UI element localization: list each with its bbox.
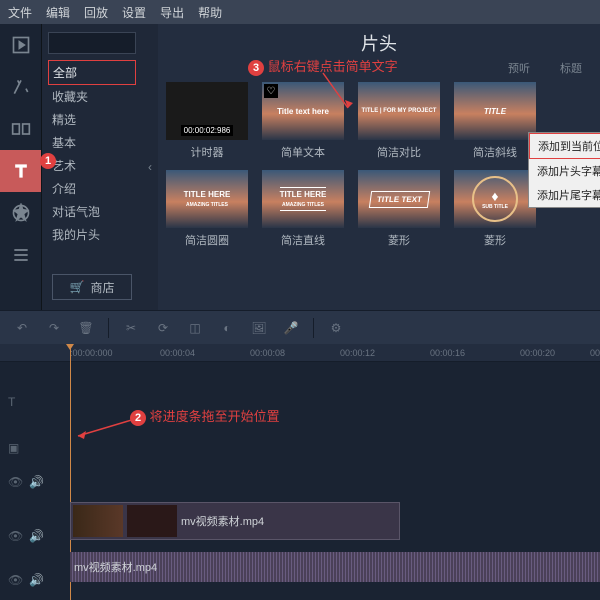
cat-bubble[interactable]: 对话气泡 (48, 200, 136, 223)
vol-icon[interactable]: 🔊 (29, 475, 44, 489)
timeline: :00:00:000 00:00:04 00:00:08 00:00:12 00… (0, 344, 600, 600)
cat-art[interactable]: 艺术 (48, 154, 136, 177)
cat-fav[interactable]: 收藏夹 (48, 85, 136, 108)
menu-playback[interactable]: 回放 (84, 4, 108, 21)
menu-export[interactable]: 导出 (160, 4, 184, 21)
cat-intro[interactable]: 介绍 (48, 177, 136, 200)
thumb-line[interactable]: TITLE HEREAMAZING TITLES 简洁直线 (262, 170, 344, 248)
thumb-diamond1[interactable]: TITLE TEXT 菱形 (358, 170, 440, 248)
cat-my[interactable]: 我的片头 (48, 223, 136, 246)
cat-basic[interactable]: 基本 (48, 131, 136, 154)
thumb-contrast[interactable]: TITLE | FOR MY PROJECT 简洁对比 (358, 82, 440, 160)
shop-label: 商店 (90, 279, 114, 296)
video-clip[interactable]: mv视频素材.mp4 (70, 502, 400, 540)
rotate-button[interactable]: ⟳ (149, 315, 177, 341)
time-ruler[interactable]: :00:00:000 00:00:04 00:00:08 00:00:12 00… (0, 344, 600, 362)
tab-preview[interactable]: 预听 (508, 60, 530, 76)
media-tool[interactable] (0, 24, 41, 66)
cut-button[interactable]: ✂ (117, 315, 145, 341)
thumb-circle[interactable]: TITLE HEREAMAZING TITLES 简洁圆圈 (166, 170, 248, 248)
vol-icon[interactable]: 🔊 (29, 573, 44, 587)
heart-icon: ♡ (264, 84, 278, 98)
stickers-tool[interactable] (0, 192, 41, 234)
menu-edit[interactable]: 编辑 (46, 4, 70, 21)
clip-thumbnail (73, 505, 123, 537)
tab-title[interactable]: 标题 (560, 60, 582, 76)
thumb-timer[interactable]: 00:00:02:986 计时器 (166, 82, 248, 160)
eye-icon[interactable]: 👁 (8, 475, 23, 489)
menu-help[interactable]: 帮助 (198, 4, 222, 21)
vol-icon[interactable]: 🔊 (29, 529, 44, 543)
category-sidebar: 全部 收藏夹 精选 基本 艺术 介绍 对话气泡 我的片头 🛒 商店 1 (42, 24, 142, 310)
left-toolbar (0, 24, 42, 310)
audio-clip[interactable]: mv视频素材.mp4 (70, 552, 600, 582)
context-menu: 添加到当前位置 添加片头字幕 添加片尾字幕 (528, 132, 600, 208)
mic-button[interactable]: 🎤 (277, 315, 305, 341)
menubar: 文件 编辑 回放 设置 导出 帮助 (0, 0, 600, 24)
shop-button[interactable]: 🛒 商店 (52, 274, 132, 300)
ctx-add-current[interactable]: 添加到当前位置 (529, 133, 600, 159)
clip-thumbnail (127, 505, 177, 537)
annotation-2-text: 将进度条拖至开始位置 (150, 409, 280, 424)
menu-settings[interactable]: 设置 (122, 4, 146, 21)
cat-featured[interactable]: 精选 (48, 108, 136, 131)
gallery-title: 片头 (166, 30, 592, 56)
eye-icon[interactable]: 👁 (8, 529, 23, 543)
transitions-tool[interactable] (0, 108, 41, 150)
more-tool[interactable] (0, 234, 41, 276)
search-input[interactable] (48, 32, 136, 54)
title-track-icon: T (8, 395, 15, 409)
collapse-sidebar[interactable]: ‹ (142, 24, 158, 310)
redo-button[interactable]: ↷ (40, 315, 68, 341)
ctx-add-outro[interactable]: 添加片尾字幕 (529, 183, 600, 207)
thumb-simple-text[interactable]: ♡Title text here 简单文本 (262, 82, 344, 160)
timeline-toolbar: ↶ ↷ 🗑 ✂ ⟳ ◫ ◐ 🖼 🎤 ⚙ (0, 310, 600, 344)
titles-gallery: 片头 预听 标题 3 鼠标右键点击简单文字 00:00:02:986 计时器 (158, 24, 600, 310)
image-button[interactable]: 🖼 (245, 315, 273, 341)
eye-icon[interactable]: 👁 (8, 573, 23, 587)
menu-file[interactable]: 文件 (8, 4, 32, 21)
overlay-track-icon: ▣ (8, 441, 19, 455)
thumb-slash[interactable]: TITLE 简洁斜线 (454, 82, 536, 160)
cart-icon: 🛒 (70, 280, 85, 294)
thumb-diamond2[interactable]: ♦SUB TITLE 菱形 (454, 170, 536, 248)
delete-button[interactable]: 🗑 (72, 315, 100, 341)
effects-tool[interactable] (0, 66, 41, 108)
ctx-add-intro[interactable]: 添加片头字幕 (529, 159, 600, 183)
crop-button[interactable]: ◫ (181, 315, 209, 341)
undo-button[interactable]: ↶ (8, 315, 36, 341)
color-button[interactable]: ◐ (213, 315, 241, 341)
titles-tool[interactable] (0, 150, 41, 192)
adjust-button[interactable]: ⚙ (322, 315, 350, 341)
cat-all[interactable]: 全部 (48, 60, 136, 85)
